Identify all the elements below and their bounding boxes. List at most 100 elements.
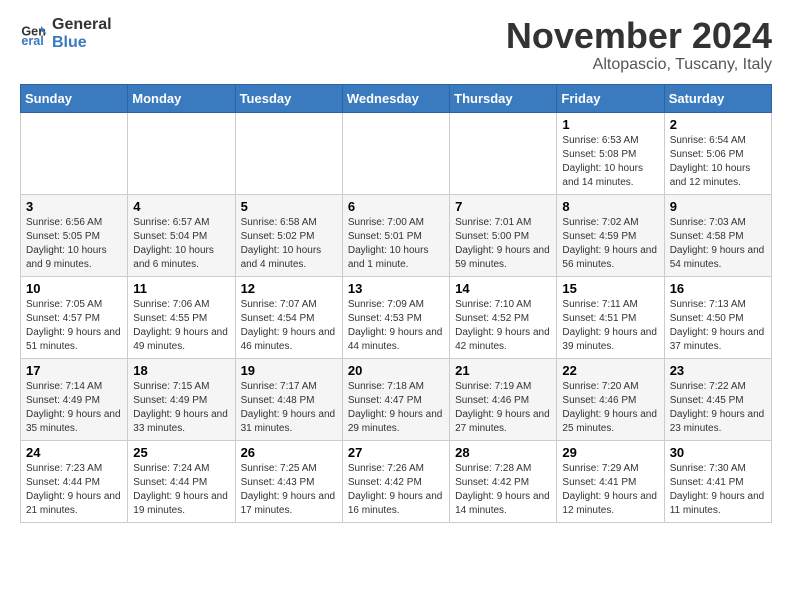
- day-info: Sunrise: 7:07 AM Sunset: 4:54 PM Dayligh…: [241, 298, 337, 354]
- day-info: Sunrise: 7:20 AM Sunset: 4:46 PM Dayligh…: [562, 380, 658, 436]
- calendar-cell: 5Sunrise: 6:58 AM Sunset: 5:02 PM Daylig…: [235, 194, 342, 276]
- day-info: Sunrise: 7:24 AM Sunset: 4:44 PM Dayligh…: [133, 462, 229, 518]
- day-number: 7: [455, 199, 551, 214]
- calendar-header: Sunday Monday Tuesday Wednesday Thursday…: [21, 84, 772, 112]
- day-info: Sunrise: 7:29 AM Sunset: 4:41 PM Dayligh…: [562, 462, 658, 518]
- calendar-week-1: 1 Sunrise: 6:53 AM Sunset: 5:08 PM Daylig…: [21, 112, 772, 194]
- day-info: Sunrise: 7:25 AM Sunset: 4:43 PM Dayligh…: [241, 462, 337, 518]
- logo-icon: Gen eral: [20, 20, 48, 48]
- day-number: 2: [670, 117, 766, 132]
- logo-line1: General: [52, 16, 112, 34]
- calendar-cell: 8 Sunrise: 7:02 AM Sunset: 4:59 PM Daylig…: [557, 194, 664, 276]
- header: Gen eral General Blue November 2024 Alto…: [20, 16, 772, 74]
- day-info: Sunrise: 7:02 AM Sunset: 4:59 PM Dayligh…: [562, 216, 658, 272]
- day-info: Sunrise: 7:17 AM Sunset: 4:48 PM Dayligh…: [241, 380, 337, 436]
- calendar-cell: 17 Sunrise: 7:14 AM Sunset: 4:49 PM Dayli…: [21, 358, 128, 440]
- day-info: Sunrise: 7:06 AM Sunset: 4:55 PM Dayligh…: [133, 298, 229, 354]
- day-number: 6: [348, 199, 444, 214]
- day-info: Sunrise: 7:13 AM Sunset: 4:50 PM Dayligh…: [670, 298, 766, 354]
- day-number: 23: [670, 363, 766, 378]
- col-friday: Friday: [557, 84, 664, 112]
- day-info: Sunrise: 6:56 AM Sunset: 5:05 PM Dayligh…: [26, 216, 122, 272]
- location-title: Altopascio, Tuscany, Italy: [506, 56, 772, 74]
- calendar-cell: 6 Sunrise: 7:00 AM Sunset: 5:01 PM Daylig…: [342, 194, 449, 276]
- calendar-cell: 26 Sunrise: 7:25 AM Sunset: 4:43 PM Dayli…: [235, 440, 342, 522]
- day-info: Sunrise: 7:15 AM Sunset: 4:49 PM Dayligh…: [133, 380, 229, 436]
- calendar-cell: 14 Sunrise: 7:10 AM Sunset: 4:52 PM Dayli…: [450, 276, 557, 358]
- calendar-cell: 4Sunrise: 6:57 AM Sunset: 5:04 PM Daylig…: [128, 194, 235, 276]
- day-number: 12: [241, 281, 337, 296]
- calendar-cell: 18Sunrise: 7:15 AM Sunset: 4:49 PM Dayli…: [128, 358, 235, 440]
- calendar-cell: [128, 112, 235, 194]
- calendar-week-4: 17 Sunrise: 7:14 AM Sunset: 4:49 PM Dayli…: [21, 358, 772, 440]
- calendar-cell: [21, 112, 128, 194]
- day-info: Sunrise: 7:28 AM Sunset: 4:42 PM Dayligh…: [455, 462, 551, 518]
- logo-line2: Blue: [52, 34, 112, 52]
- col-thursday: Thursday: [450, 84, 557, 112]
- col-monday: Monday: [128, 84, 235, 112]
- calendar-week-5: 24Sunrise: 7:23 AM Sunset: 4:44 PM Dayli…: [21, 440, 772, 522]
- day-number: 16: [670, 281, 766, 296]
- day-info: Sunrise: 7:00 AM Sunset: 5:01 PM Dayligh…: [348, 216, 444, 272]
- day-number: 24: [26, 445, 122, 460]
- day-number: 22: [562, 363, 658, 378]
- col-wednesday: Wednesday: [342, 84, 449, 112]
- calendar-cell: 15 Sunrise: 7:11 AM Sunset: 4:51 PM Dayli…: [557, 276, 664, 358]
- calendar-cell: 13Sunrise: 7:09 AM Sunset: 4:53 PM Dayli…: [342, 276, 449, 358]
- calendar-cell: 12 Sunrise: 7:07 AM Sunset: 4:54 PM Dayli…: [235, 276, 342, 358]
- calendar-cell: 3Sunrise: 6:56 AM Sunset: 5:05 PM Daylig…: [21, 194, 128, 276]
- logo: Gen eral General Blue: [20, 16, 112, 51]
- calendar-body: 1 Sunrise: 6:53 AM Sunset: 5:08 PM Daylig…: [21, 112, 772, 522]
- svg-text:eral: eral: [21, 34, 43, 48]
- calendar-cell: 21Sunrise: 7:19 AM Sunset: 4:46 PM Dayli…: [450, 358, 557, 440]
- month-title: November 2024: [506, 16, 772, 56]
- day-info: Sunrise: 7:19 AM Sunset: 4:46 PM Dayligh…: [455, 380, 551, 436]
- day-info: Sunrise: 7:09 AM Sunset: 4:53 PM Dayligh…: [348, 298, 444, 354]
- day-info: Sunrise: 6:58 AM Sunset: 5:02 PM Dayligh…: [241, 216, 337, 272]
- calendar-cell: 28 Sunrise: 7:28 AM Sunset: 4:42 PM Dayli…: [450, 440, 557, 522]
- calendar-cell: 10 Sunrise: 7:05 AM Sunset: 4:57 PM Dayli…: [21, 276, 128, 358]
- day-info: Sunrise: 6:57 AM Sunset: 5:04 PM Dayligh…: [133, 216, 229, 272]
- calendar-cell: 30Sunrise: 7:30 AM Sunset: 4:41 PM Dayli…: [664, 440, 771, 522]
- day-info: Sunrise: 7:14 AM Sunset: 4:49 PM Dayligh…: [26, 380, 122, 436]
- calendar-cell: 20 Sunrise: 7:18 AM Sunset: 4:47 PM Dayli…: [342, 358, 449, 440]
- day-number: 10: [26, 281, 122, 296]
- day-number: 8: [562, 199, 658, 214]
- day-info: Sunrise: 7:03 AM Sunset: 4:58 PM Dayligh…: [670, 216, 766, 272]
- day-number: 14: [455, 281, 551, 296]
- calendar-cell: 19Sunrise: 7:17 AM Sunset: 4:48 PM Dayli…: [235, 358, 342, 440]
- col-sunday: Sunday: [21, 84, 128, 112]
- day-number: 17: [26, 363, 122, 378]
- title-area: November 2024 Altopascio, Tuscany, Italy: [506, 16, 772, 74]
- day-info: Sunrise: 7:18 AM Sunset: 4:47 PM Dayligh…: [348, 380, 444, 436]
- day-number: 20: [348, 363, 444, 378]
- day-info: Sunrise: 7:26 AM Sunset: 4:42 PM Dayligh…: [348, 462, 444, 518]
- calendar-cell: 29Sunrise: 7:29 AM Sunset: 4:41 PM Dayli…: [557, 440, 664, 522]
- calendar-cell: [235, 112, 342, 194]
- day-number: 28: [455, 445, 551, 460]
- col-tuesday: Tuesday: [235, 84, 342, 112]
- calendar-cell: [342, 112, 449, 194]
- calendar-cell: 16 Sunrise: 7:13 AM Sunset: 4:50 PM Dayli…: [664, 276, 771, 358]
- day-number: 1: [562, 117, 658, 132]
- day-number: 11: [133, 281, 229, 296]
- calendar-cell: 25Sunrise: 7:24 AM Sunset: 4:44 PM Dayli…: [128, 440, 235, 522]
- calendar-cell: 22 Sunrise: 7:20 AM Sunset: 4:46 PM Dayli…: [557, 358, 664, 440]
- calendar-cell: [450, 112, 557, 194]
- calendar-cell: 2 Sunrise: 6:54 AM Sunset: 5:06 PM Daylig…: [664, 112, 771, 194]
- day-info: Sunrise: 6:54 AM Sunset: 5:06 PM Dayligh…: [670, 134, 766, 190]
- day-info: Sunrise: 7:11 AM Sunset: 4:51 PM Dayligh…: [562, 298, 658, 354]
- calendar-cell: 27Sunrise: 7:26 AM Sunset: 4:42 PM Dayli…: [342, 440, 449, 522]
- day-info: Sunrise: 6:53 AM Sunset: 5:08 PM Dayligh…: [562, 134, 658, 190]
- calendar-cell: 23Sunrise: 7:22 AM Sunset: 4:45 PM Dayli…: [664, 358, 771, 440]
- day-number: 15: [562, 281, 658, 296]
- calendar-week-2: 3Sunrise: 6:56 AM Sunset: 5:05 PM Daylig…: [21, 194, 772, 276]
- day-info: Sunrise: 7:10 AM Sunset: 4:52 PM Dayligh…: [455, 298, 551, 354]
- header-row: Sunday Monday Tuesday Wednesday Thursday…: [21, 84, 772, 112]
- calendar-cell: 9Sunrise: 7:03 AM Sunset: 4:58 PM Daylig…: [664, 194, 771, 276]
- calendar-cell: 24Sunrise: 7:23 AM Sunset: 4:44 PM Dayli…: [21, 440, 128, 522]
- day-number: 26: [241, 445, 337, 460]
- day-info: Sunrise: 7:05 AM Sunset: 4:57 PM Dayligh…: [26, 298, 122, 354]
- calendar-week-3: 10 Sunrise: 7:05 AM Sunset: 4:57 PM Dayli…: [21, 276, 772, 358]
- calendar-cell: 11 Sunrise: 7:06 AM Sunset: 4:55 PM Dayli…: [128, 276, 235, 358]
